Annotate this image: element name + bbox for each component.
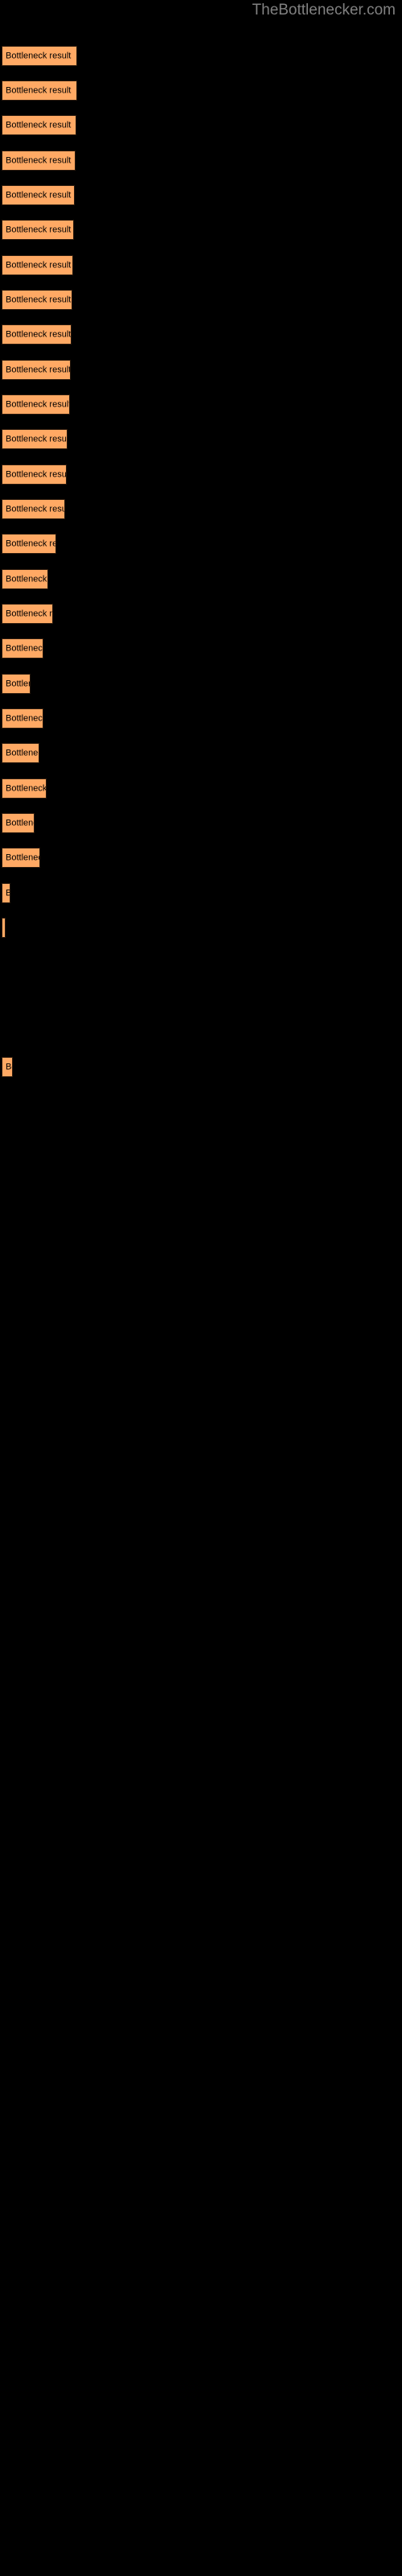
bar-15[interactable]: Bottleneck result [2,534,56,554]
bar-label: Bottleneck result [6,609,53,618]
bar-label: Bottleneck result [6,365,71,374]
bar-label: Bottleneck result [6,329,72,339]
bar-26[interactable]: Bottleneck result [2,918,6,938]
bar-21[interactable]: Bottleneck result [2,743,39,763]
bar-label: Bottleneck result [6,574,47,584]
bar-13[interactable]: Bottleneck result [2,464,67,485]
bar-label: Bottleneck result [6,399,70,409]
bar-label: Bottleneck result [6,713,43,723]
bar-label: Bottleneck result [6,783,47,793]
bottleneck-chart: TheBottlenecker.com Bottleneck result Bot… [0,0,402,2576]
bar-label: Bottleneck result [6,818,34,828]
bar-17[interactable]: Bottleneck result [2,604,53,624]
bar-9[interactable]: Bottleneck result [2,324,72,345]
bar-16[interactable]: Bottleneck result [2,569,48,589]
bar-11[interactable]: Bottleneck result [2,394,70,415]
bar-label: Bottleneck result [6,225,72,234]
bar-8[interactable]: Bottleneck result [2,290,72,310]
bar-label: Bottleneck result [6,120,72,130]
bar-label: Bottleneck result [6,852,39,862]
bar-7[interactable]: Bottleneck result [2,255,73,275]
bar-label: Bottleneck result [6,679,30,688]
bar-label: Bottleneck result [6,888,10,898]
bar-label: Bottleneck result [6,434,68,444]
bar-24[interactable]: Bottleneck result [2,848,40,868]
bar-5[interactable]: Bottleneck result [2,185,75,205]
bar-12[interactable]: Bottleneck result [2,429,68,449]
bar-label: Bottleneck result [6,1062,12,1071]
bar-label: Bottleneck result [6,748,39,758]
bar-22[interactable]: Bottleneck result [2,778,47,799]
bar-6[interactable]: Bottleneck result [2,220,74,240]
bar-label: Bottleneck result [6,295,72,304]
bar-10[interactable]: Bottleneck result [2,360,71,380]
bar-3[interactable]: Bottleneck result [2,115,76,135]
bar-2[interactable]: Bottleneck result [2,80,77,101]
bar-label: Bottleneck result [6,504,65,514]
bar-label: Bottleneck result [6,51,72,60]
bar-chart-plot-area: Bottleneck result Bottleneck result Bottle… [0,0,402,2576]
bar-label: Bottleneck result [6,260,72,270]
bar-4[interactable]: Bottleneck result [2,151,76,171]
bar-label: Bottleneck result [6,469,67,479]
bar-19[interactable]: Bottleneck result [2,674,31,694]
bar-label: Bottleneck result [6,643,43,653]
bar-label: Bottleneck result [6,539,55,548]
bar-18[interactable]: Bottleneck result [2,638,43,658]
bar-14[interactable]: Bottleneck result [2,499,65,519]
bar-1[interactable]: Bottleneck result [2,46,77,66]
bar-20[interactable]: Bottleneck result [2,708,43,729]
bar-23[interactable]: Bottleneck result [2,813,35,833]
bar-label: Bottleneck result [6,190,72,200]
bar-label: Bottleneck result [6,155,72,165]
bar-label: Bottleneck result [6,85,72,95]
bar-27[interactable]: Bottleneck result [2,1057,13,1077]
bar-25[interactable]: Bottleneck result [2,883,10,903]
